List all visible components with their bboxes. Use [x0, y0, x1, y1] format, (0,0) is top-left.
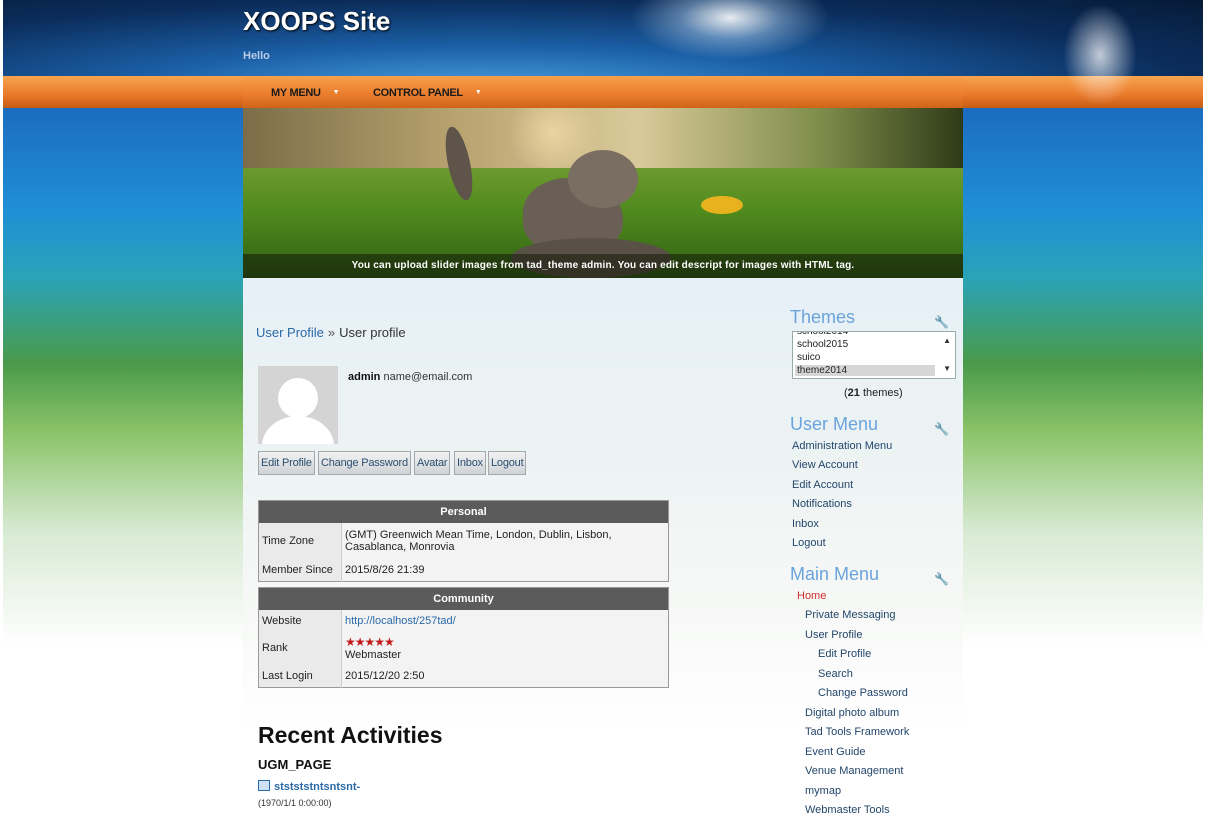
- personal-table-header: Personal: [258, 500, 669, 523]
- main-menu-subitem[interactable]: Edit Profile: [818, 648, 871, 660]
- user-email: name@email.com: [383, 371, 473, 383]
- activity-item-date: (1970/1/1 0:00:00): [258, 798, 332, 808]
- slider-caption: You can upload slider images from tad_th…: [351, 260, 855, 271]
- theme-option[interactable]: suico: [797, 352, 820, 363]
- main-menu-item[interactable]: Event Guide: [805, 746, 866, 758]
- recent-activities-heading: Recent Activities: [258, 722, 443, 748]
- nav-control-panel-label: CONTROL PANEL: [373, 87, 463, 99]
- main-menu-item[interactable]: Webmaster Tools: [805, 804, 890, 816]
- scroll-down-icon[interactable]: ▼: [943, 364, 951, 373]
- table-row: Member Since 2015/8/26 21:39: [258, 559, 669, 581]
- theme-count: (21 themes): [844, 387, 903, 399]
- theme-option[interactable]: school2015: [797, 339, 848, 350]
- page-edge-right: [1203, 0, 1216, 816]
- rank-stars-icon: ★★★★★: [345, 635, 395, 649]
- scroll-up-icon[interactable]: ▲: [943, 336, 951, 345]
- theme-option-selected[interactable]: theme2014: [795, 365, 935, 376]
- last-login-value: 2015/12/20 2:50: [345, 669, 425, 682]
- personal-table: Personal Time Zone (GMT) Greenwich Mean …: [258, 500, 669, 582]
- themes-block-title: Themes: [790, 307, 856, 327]
- community-table: Community Website http://localhost/257ta…: [258, 587, 669, 688]
- main-menu-title: Main Menu: [790, 564, 880, 584]
- user-menu-item[interactable]: Logout: [792, 537, 826, 549]
- caret-down-icon: ▼: [474, 89, 482, 96]
- site-title[interactable]: XOOPS Site: [243, 6, 390, 37]
- rank-label: Rank: [258, 631, 342, 665]
- theme-count-suffix: themes): [859, 387, 903, 399]
- nav-my-menu-label: MY MENU: [271, 87, 321, 99]
- breadcrumb-current: User profile: [339, 325, 406, 340]
- avatar-button[interactable]: Avatar: [414, 451, 451, 475]
- main-menu-item[interactable]: User Profile: [805, 629, 862, 641]
- table-row: Rank ★★★★★ Webmaster: [258, 631, 669, 665]
- website-link[interactable]: http://localhost/257tad/: [345, 615, 456, 627]
- user-menu-title: User Menu: [790, 414, 879, 434]
- nav-bar: [243, 76, 963, 108]
- wrench-icon[interactable]: 🔧: [934, 315, 949, 329]
- avatar-placeholder-body: [262, 416, 334, 444]
- slider-kitten-head: [568, 150, 638, 208]
- avatar-placeholder-head: [278, 378, 318, 418]
- community-table-header: Community: [258, 587, 669, 610]
- breadcrumb-separator: »: [327, 325, 336, 340]
- header-background: [3, 0, 1203, 76]
- breadcrumb: User Profile» User profile: [256, 325, 406, 340]
- main-menu-subitem[interactable]: Search: [818, 668, 853, 680]
- main-menu-item[interactable]: Tad Tools Framework: [805, 726, 909, 738]
- wrench-icon[interactable]: 🔧: [934, 572, 949, 586]
- caret-down-icon: ▼: [332, 89, 340, 96]
- wrench-icon[interactable]: 🔧: [934, 422, 949, 436]
- website-label: Website: [258, 610, 342, 631]
- user-menu-item[interactable]: Notifications: [792, 498, 852, 510]
- image-slider[interactable]: You can upload slider images from tad_th…: [243, 108, 963, 278]
- time-zone-value: (GMT) Greenwich Mean Time, London, Dubli…: [345, 529, 612, 553]
- activity-item-link[interactable]: ststststntsntsnt-: [258, 780, 360, 793]
- member-since-value: 2015/8/26 21:39: [345, 563, 425, 576]
- main-menu-item-home[interactable]: Home: [797, 590, 826, 602]
- main-menu-item[interactable]: mymap: [805, 785, 841, 797]
- inbox-button[interactable]: Inbox: [454, 451, 486, 475]
- user-menu-item[interactable]: Administration Menu: [792, 440, 892, 452]
- rank-value: Webmaster: [345, 649, 402, 661]
- theme-option[interactable]: school2014: [797, 332, 848, 337]
- main-menu-subitem[interactable]: Change Password: [818, 687, 908, 699]
- user-menu-item[interactable]: View Account: [792, 459, 858, 471]
- logout-button[interactable]: Logout: [488, 451, 527, 475]
- page-icon: [258, 780, 270, 791]
- slider-flower: [701, 196, 743, 214]
- table-row: Website http://localhost/257tad/: [258, 610, 669, 631]
- avatar: [258, 366, 338, 444]
- edit-profile-button[interactable]: Edit Profile: [258, 451, 315, 475]
- theme-select[interactable]: school2014 school2015 suico theme2014 ▲ …: [792, 331, 956, 379]
- activity-item-title: ststststntsntsnt-: [274, 781, 361, 793]
- header-sparkle-right: [1060, 0, 1140, 110]
- header-sparkle: [630, 0, 830, 60]
- user-identity: admin name@email.com: [348, 371, 472, 383]
- nav-control-panel[interactable]: CONTROL PANEL ▼: [373, 87, 482, 99]
- table-row: Time Zone (GMT) Greenwich Mean Time, Lon…: [258, 523, 669, 559]
- main-menu-item[interactable]: Venue Management: [805, 765, 903, 777]
- nav-my-menu[interactable]: MY MENU ▼: [271, 87, 340, 99]
- table-row: Last Login 2015/12/20 2:50: [258, 665, 669, 687]
- breadcrumb-link-user-profile[interactable]: User Profile: [256, 325, 324, 340]
- main-menu-item[interactable]: Digital photo album: [805, 707, 899, 719]
- change-password-button[interactable]: Change Password: [318, 451, 411, 475]
- activity-module-heading: UGM_PAGE: [258, 757, 332, 772]
- member-since-label: Member Since: [258, 559, 342, 581]
- user-menu-item[interactable]: Inbox: [792, 518, 819, 530]
- theme-count-number: 21: [847, 387, 860, 399]
- time-zone-label: Time Zone: [258, 523, 342, 559]
- last-login-label: Last Login: [258, 665, 342, 687]
- user-menu-item[interactable]: Edit Account: [792, 479, 853, 491]
- main-menu-item[interactable]: Private Messaging: [805, 609, 896, 621]
- username: admin: [348, 371, 381, 383]
- site-slogan: Hello: [243, 50, 270, 62]
